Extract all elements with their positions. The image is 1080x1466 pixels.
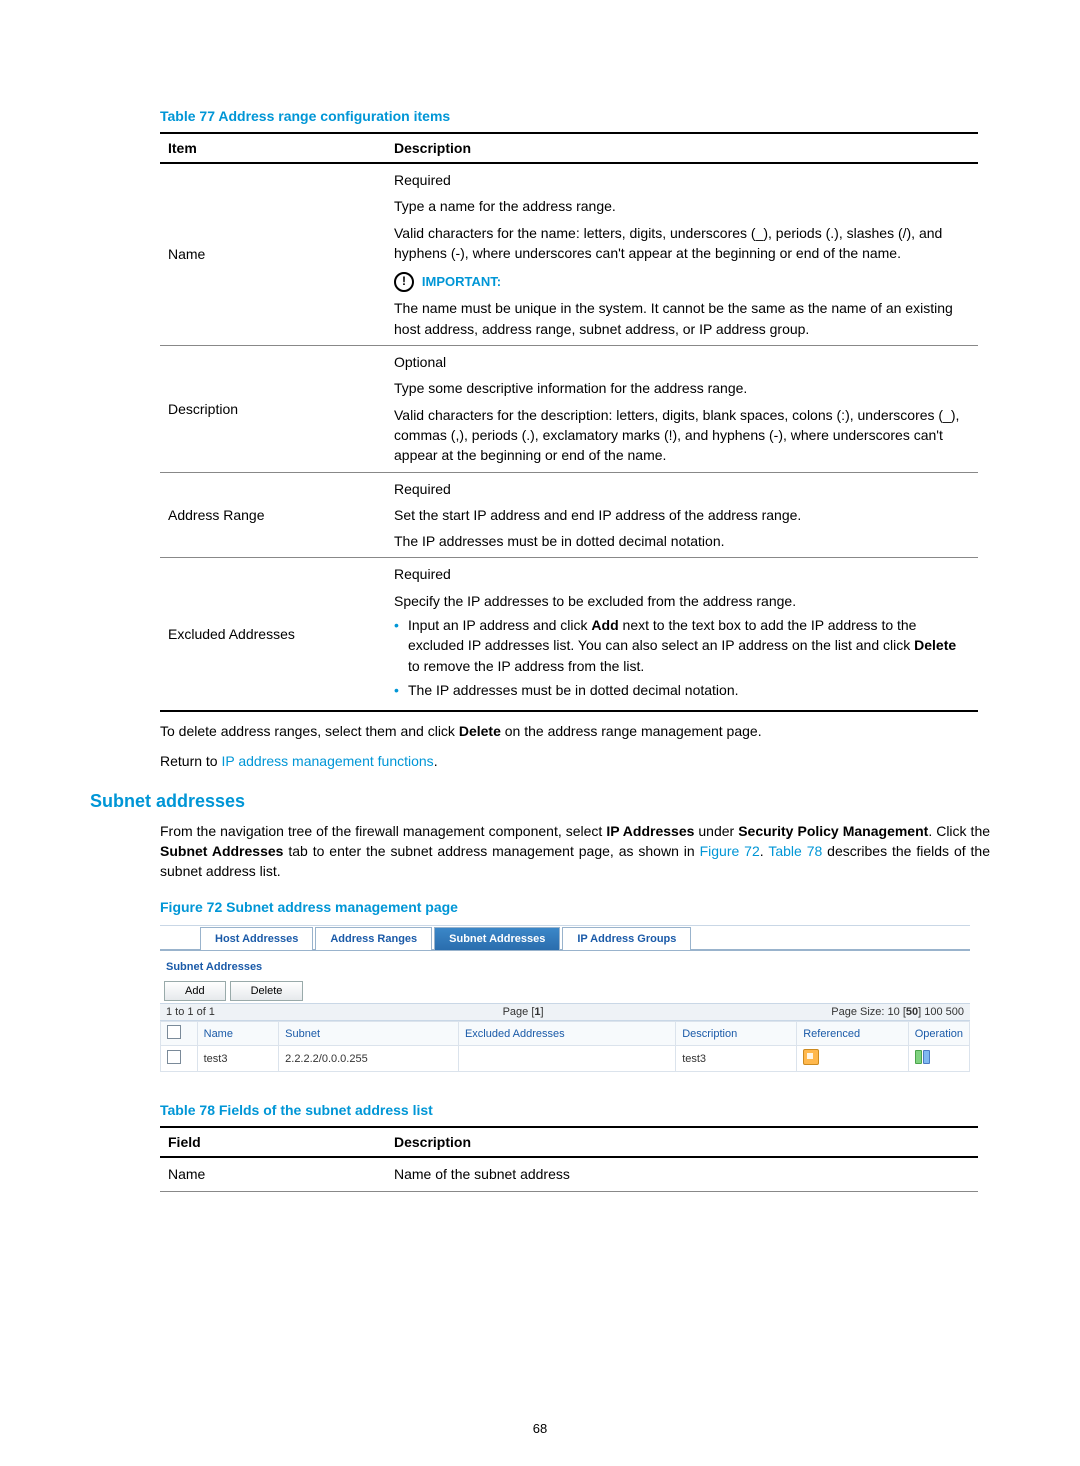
subnet-paragraph: From the navigation tree of the firewall… xyxy=(160,822,990,881)
t77-name-desc: Required Type a name for the address ran… xyxy=(386,163,978,346)
grid-head-operation[interactable]: Operation xyxy=(908,1022,969,1046)
grid-head-referenced[interactable]: Referenced xyxy=(797,1022,908,1046)
important-label: IMPORTANT: xyxy=(422,274,501,289)
table77-caption: Table 77 Address range configuration ite… xyxy=(160,108,990,124)
operation-icon[interactable] xyxy=(915,1050,929,1064)
table-row: test3 2.2.2.2/0.0.0.255 test3 xyxy=(161,1046,970,1072)
t77-name-p1: Required xyxy=(394,170,970,190)
important-row: ! IMPORTANT: xyxy=(394,271,970,292)
t77-ex-p2: Specify the IP addresses to be excluded … xyxy=(394,591,970,611)
paginator-pagesize: Page Size: 10 [50] 100 500 xyxy=(831,1006,964,1018)
tab-subnet-addresses[interactable]: Subnet Addresses xyxy=(434,927,560,950)
row-description: test3 xyxy=(676,1046,797,1072)
t77-ex-p1: Required xyxy=(394,564,970,584)
row-name: test3 xyxy=(197,1046,279,1072)
toolbar: Add Delete xyxy=(160,979,970,1003)
important-icon: ! xyxy=(394,272,414,292)
t77-ar-p1: Required xyxy=(394,479,970,499)
table78-head-desc: Description xyxy=(386,1127,978,1157)
table78-head-field: Field xyxy=(160,1127,386,1157)
t78-name-field: Name xyxy=(160,1157,386,1191)
t78-name-desc: Name of the subnet address xyxy=(386,1157,978,1191)
select-all-checkbox[interactable] xyxy=(167,1025,181,1039)
t77-name-p3: Valid characters for the name: letters, … xyxy=(394,223,970,264)
tab-host-addresses[interactable]: Host Addresses xyxy=(200,927,313,950)
t77-ar-p3: The IP addresses must be in dotted decim… xyxy=(394,531,970,551)
subnet-addresses-heading: Subnet addresses xyxy=(90,791,990,812)
t77-desc-p3: Valid characters for the description: le… xyxy=(394,405,970,466)
paginator-page: Page [1] xyxy=(215,1006,831,1018)
t77-desc-p1: Optional xyxy=(394,352,970,372)
table78-link[interactable]: Table 78 xyxy=(768,843,822,859)
table77-head-item: Item xyxy=(160,133,386,163)
grid-head-checkbox xyxy=(161,1022,198,1046)
t77-ar-desc: Required Set the start IP address and en… xyxy=(386,472,978,558)
t77-ar-item: Address Range xyxy=(160,472,386,558)
t77-name-p4: The name must be unique in the system. I… xyxy=(394,298,970,339)
t77-desc-p2: Type some descriptive information for th… xyxy=(394,378,970,398)
row-excluded xyxy=(458,1046,675,1072)
t77-desc-item: Description xyxy=(160,346,386,472)
add-button[interactable]: Add xyxy=(164,981,226,1001)
t77-ar-p2: Set the start IP address and end IP addr… xyxy=(394,505,970,525)
tab-ip-address-groups[interactable]: IP Address Groups xyxy=(562,927,691,950)
return-paragraph: Return to IP address management function… xyxy=(160,752,990,772)
tab-address-ranges[interactable]: Address Ranges xyxy=(315,927,432,950)
t77-ex-desc: Required Specify the IP addresses to be … xyxy=(386,558,978,711)
table77-head-desc: Description xyxy=(386,133,978,163)
table78-caption: Table 78 Fields of the subnet address li… xyxy=(160,1102,990,1118)
t77-ex-bullets: Input an IP address and click Add next t… xyxy=(394,615,970,700)
tabs: Host Addresses Address Ranges Subnet Add… xyxy=(160,926,970,951)
row-operation xyxy=(908,1046,969,1072)
figure72-link[interactable]: Figure 72 xyxy=(700,843,760,859)
t77-ex-b2: The IP addresses must be in dotted decim… xyxy=(408,680,970,700)
delete-paragraph: To delete address ranges, select them an… xyxy=(160,722,990,742)
row-checkbox-cell xyxy=(161,1046,198,1072)
row-referenced xyxy=(797,1046,908,1072)
figure72-caption: Figure 72 Subnet address management page xyxy=(160,899,990,915)
t77-ex-item: Excluded Addresses xyxy=(160,558,386,711)
table77: Item Description Name Required Type a na… xyxy=(160,132,978,712)
panel-title: Subnet Addresses xyxy=(160,951,970,979)
referenced-icon[interactable] xyxy=(803,1049,819,1065)
grid-head-description[interactable]: Description xyxy=(676,1022,797,1046)
grid-head-excluded[interactable]: Excluded Addresses xyxy=(458,1022,675,1046)
paginator: 1 to 1 of 1 Page [1] Page Size: 10 [50] … xyxy=(160,1003,970,1021)
table78: Field Description Name Name of the subne… xyxy=(160,1126,978,1191)
ip-mgmt-link[interactable]: IP address management functions xyxy=(221,753,433,769)
page-number: 68 xyxy=(0,1421,1080,1436)
t77-ex-b1: Input an IP address and click Add next t… xyxy=(408,615,970,676)
page: Table 77 Address range configuration ite… xyxy=(0,0,1080,1466)
delete-button[interactable]: Delete xyxy=(230,981,304,1001)
t77-name-item: Name xyxy=(160,163,386,346)
t77-desc-desc: Optional Type some descriptive informati… xyxy=(386,346,978,472)
t77-name-p2: Type a name for the address range. xyxy=(394,196,970,216)
row-subnet: 2.2.2.2/0.0.0.255 xyxy=(279,1046,459,1072)
paginator-count: 1 to 1 of 1 xyxy=(166,1006,215,1018)
grid-head-subnet[interactable]: Subnet xyxy=(279,1022,459,1046)
grid-head-name[interactable]: Name xyxy=(197,1022,279,1046)
grid: Name Subnet Excluded Addresses Descripti… xyxy=(160,1021,970,1072)
row-checkbox[interactable] xyxy=(167,1050,181,1064)
screenshot: Host Addresses Address Ranges Subnet Add… xyxy=(160,925,970,1072)
